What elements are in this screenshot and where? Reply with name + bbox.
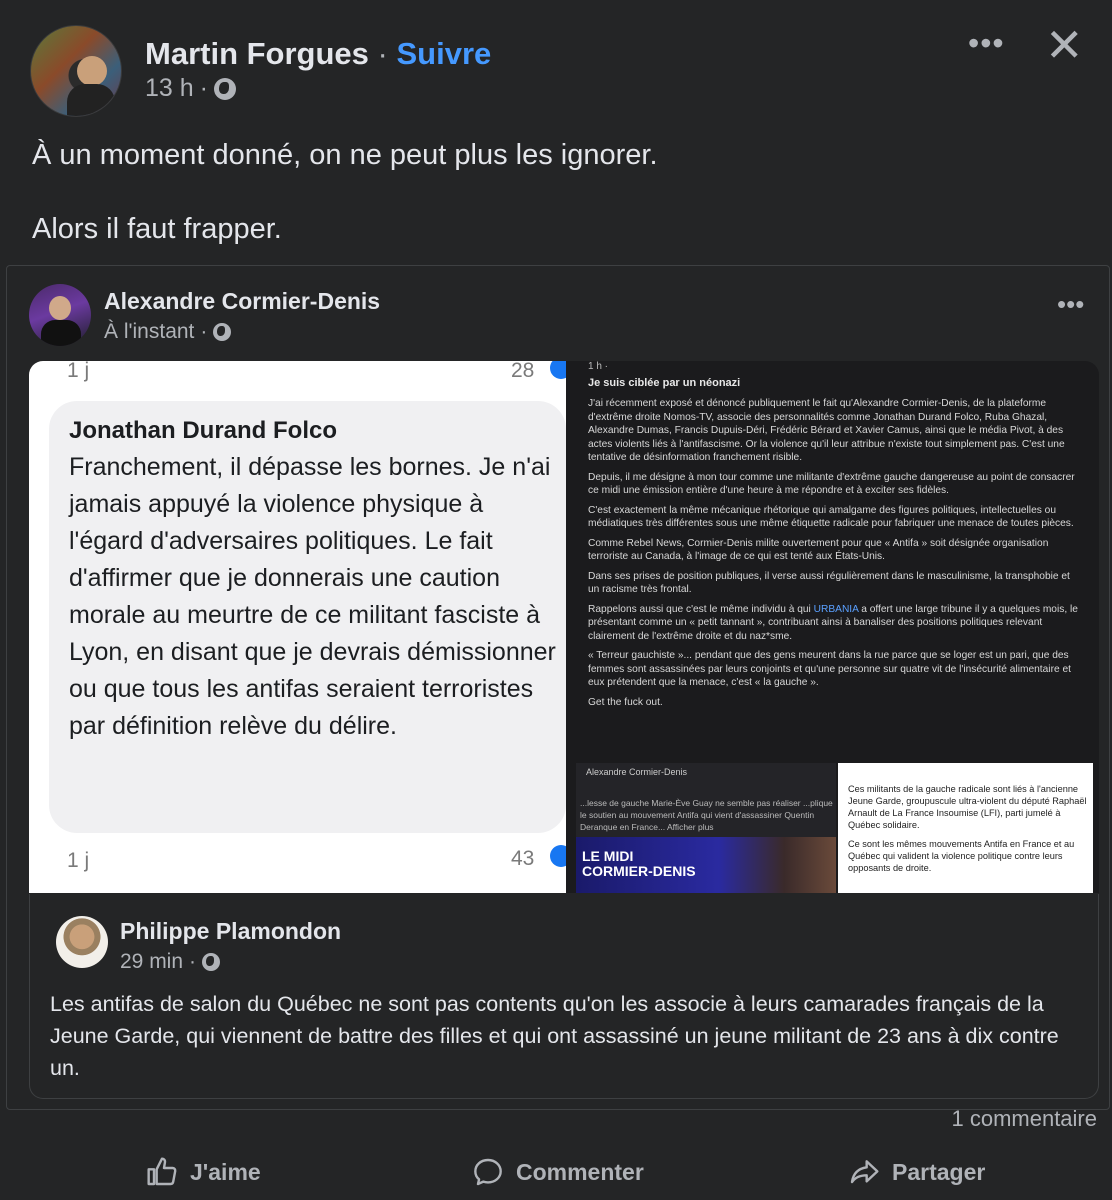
- paragraph: Get the fuck out.: [588, 696, 663, 708]
- quoted-text: ...lesse de gauche Marie-Ève Guay ne sem…: [580, 798, 833, 832]
- post-text-line2: Alors il faut frapper.: [32, 213, 282, 245]
- comments-count-link[interactable]: 1 commentaire: [951, 1106, 1097, 1132]
- share-button[interactable]: Partager: [848, 1156, 985, 1188]
- paragraph: C'est exactement la même mécanique rhéto…: [588, 504, 1074, 530]
- globe-icon: [213, 323, 232, 341]
- comment-text: Les antifas de salon du Québec ne sont p…: [50, 992, 1059, 1080]
- screenshot-right: 1 h · Je suis ciblée par un néonazi J'ai…: [566, 361, 1099, 893]
- meta-separator: ·: [199, 74, 208, 102]
- post-text-line1: À un moment donné, on ne peut plus les i…: [32, 139, 658, 171]
- separator: ·: [377, 36, 388, 71]
- comment-bubble: Jonathan Durand Folco Franchement, il dé…: [49, 401, 566, 833]
- author-avatar[interactable]: [30, 25, 122, 117]
- comment-time-bottom: 1 j: [67, 849, 90, 872]
- meta-separator: ·: [200, 320, 208, 343]
- shared-time[interactable]: À l'instant: [104, 320, 194, 344]
- commenter-avatar[interactable]: [56, 916, 108, 968]
- shared-post[interactable]: Alexandre Cormier-Denis À l'instant · ••…: [6, 265, 1110, 1110]
- reaction-count-top: 28: [511, 361, 535, 382]
- post-time[interactable]: 13 h: [145, 74, 194, 103]
- author-name[interactable]: Martin Forgues: [145, 36, 369, 71]
- close-button[interactable]: ✕: [1045, 22, 1084, 68]
- post-meta: 13 h ·: [145, 74, 236, 103]
- screenshot-left: 1 j 28 Jonathan Durand Folco Franchement…: [29, 361, 566, 893]
- quoted-post: Alexandre Cormier-Denis ...lesse de gauc…: [576, 763, 836, 893]
- banner-text: LE MIDI CORMIER-DENIS: [582, 848, 696, 879]
- post-body: À un moment donné, on ne peut plus les i…: [32, 136, 658, 248]
- screenshot-time: 1 h ·: [588, 361, 609, 372]
- paragraph: Ce sont les mêmes mouvements Antifa en F…: [848, 839, 1075, 873]
- shared-image[interactable]: 1 j 28 Jonathan Durand Folco Franchement…: [29, 361, 1099, 893]
- comment-label: Commenter: [516, 1158, 644, 1185]
- screenshot-title: Je suis ciblée par un néonazi: [588, 377, 741, 389]
- quoted-author: Alexandre Cormier-Denis: [586, 767, 688, 777]
- avatar-face: [77, 56, 107, 86]
- show-banner: LE MIDI CORMIER-DENIS: [576, 837, 836, 893]
- globe-icon: [214, 77, 236, 100]
- like-button[interactable]: J'aime: [146, 1156, 261, 1188]
- paragraph: Ces militants de la gauche radicale sont…: [848, 784, 1087, 830]
- speech-bubble-icon: [474, 1158, 502, 1186]
- bubble-text: Franchement, il dépasse les bornes. Je n…: [69, 453, 556, 740]
- paragraph: J'ai récemment exposé et dénoncé publiqu…: [588, 398, 1065, 463]
- like-reaction-icon: [550, 845, 566, 867]
- caption-text: Ces militants de la gauche radicale sont…: [848, 783, 1088, 881]
- bubble-author: Jonathan Durand Folco: [69, 417, 338, 444]
- shared-more-options-button[interactable]: •••: [1057, 291, 1084, 317]
- urbania-link: URBANIA: [813, 603, 859, 615]
- avatar-body: [67, 84, 115, 116]
- more-options-button[interactable]: •••: [968, 27, 1005, 59]
- comment-button[interactable]: Commenter: [472, 1156, 644, 1188]
- text-part: Rappelons aussi que c'est le même indivi…: [588, 603, 814, 615]
- thumbs-up-icon: [147, 1157, 177, 1186]
- like-reaction-icon: [550, 361, 566, 379]
- white-caption-card: Ces militants de la gauche radicale sont…: [838, 763, 1093, 893]
- paragraph: Dans ses prises de position publiques, i…: [588, 570, 1070, 596]
- screenshot-text: J'ai récemment exposé et dénoncé publiqu…: [588, 397, 1080, 715]
- meta-separator: ·: [189, 950, 197, 973]
- shared-post-caption: Philippe Plamondon 29 min · Les antifas …: [29, 894, 1099, 1099]
- shared-meta: À l'instant ·: [104, 320, 232, 344]
- like-label: J'aime: [190, 1158, 261, 1185]
- follow-button[interactable]: Suivre: [396, 36, 491, 71]
- paragraph: Rappelons aussi que c'est le même indivi…: [588, 603, 1080, 644]
- share-label: Partager: [892, 1158, 986, 1185]
- share-arrow-icon: [850, 1160, 879, 1184]
- comment-time[interactable]: 29 min: [120, 950, 183, 974]
- shared-author-name[interactable]: Alexandre Cormier-Denis: [104, 288, 380, 315]
- paragraph: Comme Rebel News, Cormier-Denis milite o…: [588, 537, 1049, 563]
- avatar-body: [41, 320, 81, 346]
- commenter-name[interactable]: Philippe Plamondon: [120, 918, 341, 945]
- reaction-count-bottom: 43: [511, 847, 535, 870]
- shared-author-avatar[interactable]: [29, 284, 91, 346]
- action-bar: J'aime Commenter Partager: [0, 1148, 1112, 1196]
- avatar-face: [49, 296, 71, 320]
- post-header: Martin Forgues · Suivre 13 h · ••• ✕: [0, 0, 1112, 130]
- globe-icon: [202, 953, 221, 971]
- paragraph: « Terreur gauchiste »... pendant que des…: [588, 650, 1071, 688]
- comment-meta: 29 min ·: [120, 950, 221, 974]
- author-line: Martin Forgues · Suivre: [145, 36, 491, 72]
- comment-time-top: 1 j: [67, 361, 90, 382]
- paragraph: Depuis, il me désigne à mon tour comme u…: [588, 471, 1075, 497]
